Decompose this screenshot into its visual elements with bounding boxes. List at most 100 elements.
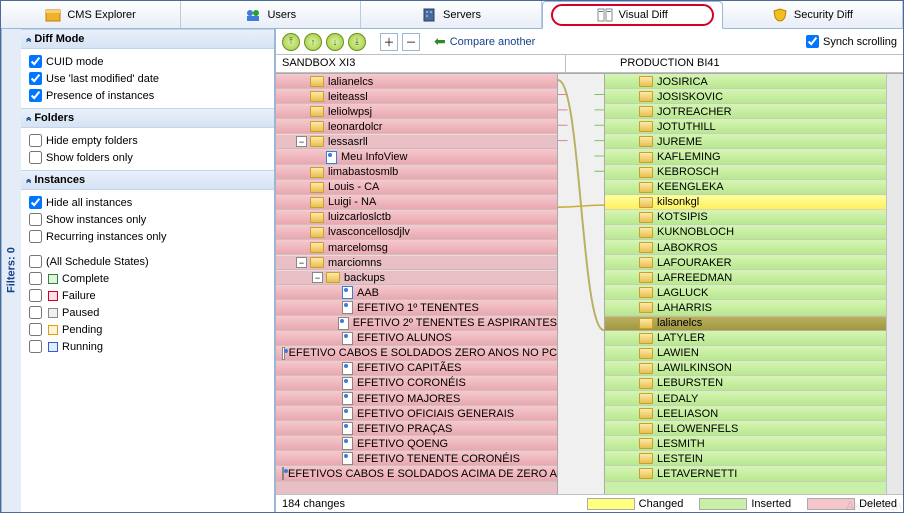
- tree-row[interactable]: EFETIVO PRAÇAS: [276, 421, 557, 436]
- tree-row[interactable]: EFETIVO CABOS E SOLDADOS ZERO ANOS NO PC: [276, 346, 557, 361]
- state-option[interactable]: Pending: [29, 321, 266, 338]
- tree-row[interactable]: LEBURSTEN: [605, 376, 886, 391]
- tree-row[interactable]: EFETIVO QOENG: [276, 436, 557, 451]
- instances-option[interactable]: Show instances only: [29, 211, 266, 228]
- expander[interactable]: −: [296, 136, 307, 147]
- tree-row[interactable]: EFETIVO CORONÉIS: [276, 376, 557, 391]
- tab-servers[interactable]: Servers: [361, 1, 541, 28]
- tree-row[interactable]: EFETIVO OFICIAIS GENERAIS: [276, 406, 557, 421]
- tree-row[interactable]: kilsonkgl: [605, 195, 886, 210]
- tree-row[interactable]: marcelomsg: [276, 240, 557, 255]
- tree-row[interactable]: KAFLEMING: [605, 149, 886, 164]
- row-label: EFETIVO QOENG: [357, 438, 448, 450]
- expand-all-button[interactable]: ＋: [380, 33, 398, 51]
- tree-row[interactable]: leliolwpsj: [276, 104, 557, 119]
- tree-row[interactable]: leiteassl: [276, 89, 557, 104]
- diffmode-option[interactable]: Use 'last modified' date: [29, 70, 266, 87]
- right-tree[interactable]: JOSIRICAJOSISKOVICJOTREACHERJOTUTHILLJUR…: [605, 73, 886, 494]
- folder-icon: [639, 468, 653, 479]
- tab-security-diff[interactable]: Security Diff: [723, 1, 903, 28]
- tree-row[interactable]: KUKNOBLOCH: [605, 225, 886, 240]
- tree-row[interactable]: −backups: [276, 270, 557, 285]
- tree-row[interactable]: LATYLER: [605, 331, 886, 346]
- nav-next-button[interactable]: ↓: [326, 33, 344, 51]
- section-header[interactable]: Folders: [21, 108, 274, 128]
- tree-row[interactable]: KEENGLEKA: [605, 180, 886, 195]
- instances-option[interactable]: Recurring instances only: [29, 228, 266, 245]
- instances-option[interactable]: Hide all instances: [29, 194, 266, 211]
- tree-row[interactable]: KOTSIPIS: [605, 210, 886, 225]
- tree-row[interactable]: JOSISKOVIC: [605, 89, 886, 104]
- tab-cms-explorer[interactable]: CMS Explorer: [1, 1, 181, 28]
- tree-row[interactable]: lalianelcs: [605, 316, 886, 331]
- tree-row[interactable]: luizcarloslctb: [276, 210, 557, 225]
- tree-row[interactable]: LAFOURAKER: [605, 255, 886, 270]
- tree-row[interactable]: JUREME: [605, 134, 886, 149]
- tree-row[interactable]: Meu InfoView: [276, 149, 557, 164]
- tree-row[interactable]: JOSIRICA: [605, 74, 886, 89]
- expander[interactable]: −: [296, 257, 307, 268]
- tree-row[interactable]: Louis - CA: [276, 180, 557, 195]
- tree-row[interactable]: AAB: [276, 285, 557, 300]
- right-scrollbar[interactable]: [886, 73, 903, 494]
- row-label: LEDALY: [657, 393, 698, 405]
- tree-row[interactable]: EFETIVO TENENTE CORONÉIS: [276, 451, 557, 466]
- tree-row[interactable]: EFETIVO CAPITÃES: [276, 361, 557, 376]
- tree-row[interactable]: limabastosmlb: [276, 165, 557, 180]
- left-tree[interactable]: lalianelcsleiteasslleliolwpsjleonardolcr…: [276, 73, 557, 494]
- all-states-option[interactable]: (All Schedule States): [29, 253, 266, 270]
- highlight-ring: [551, 4, 714, 26]
- tree-row[interactable]: LAFREEDMAN: [605, 270, 886, 285]
- state-option[interactable]: Complete: [29, 270, 266, 287]
- tree-row[interactable]: LETAVERNETTI: [605, 466, 886, 481]
- nav-prev-button[interactable]: ↑: [304, 33, 322, 51]
- folder-icon: [639, 363, 653, 374]
- section-header[interactable]: Diff Mode: [21, 29, 274, 49]
- folders-option[interactable]: Hide empty folders: [29, 132, 266, 149]
- diffmode-option[interactable]: CUID mode: [29, 53, 266, 70]
- tree-row[interactable]: LESMITH: [605, 436, 886, 451]
- tree-row[interactable]: JOTREACHER: [605, 104, 886, 119]
- tree-row[interactable]: Luigi - NA: [276, 195, 557, 210]
- tree-row[interactable]: EFETIVO 1º TENENTES: [276, 300, 557, 315]
- tree-row[interactable]: LAGLUCK: [605, 285, 886, 300]
- tree-row[interactable]: lvasconcellosdjlv: [276, 225, 557, 240]
- diffmode-option[interactable]: Presence of instances: [29, 87, 266, 104]
- synch-scroll-checkbox[interactable]: Synch scrolling: [806, 35, 897, 48]
- folder-icon: [639, 212, 653, 223]
- folder-icon: [310, 167, 324, 178]
- tree-row[interactable]: LABOKROS: [605, 240, 886, 255]
- nav-first-button[interactable]: ⤒: [282, 33, 300, 51]
- tree-row[interactable]: KEBROSCH: [605, 165, 886, 180]
- section-header[interactable]: Instances: [21, 170, 274, 190]
- tree-row[interactable]: lalianelcs: [276, 74, 557, 89]
- tree-row[interactable]: LESTEIN: [605, 451, 886, 466]
- collapse-all-button[interactable]: －: [402, 33, 420, 51]
- tree-row[interactable]: LEELIASON: [605, 406, 886, 421]
- tree-row[interactable]: EFETIVO ALUNOS: [276, 331, 557, 346]
- tree-row[interactable]: LAHARRIS: [605, 300, 886, 315]
- row-label: KOTSIPIS: [657, 211, 708, 223]
- tree-row[interactable]: LELOWENFELS: [605, 421, 886, 436]
- tree-row[interactable]: LAWILKINSON: [605, 361, 886, 376]
- tab-visual-diff[interactable]: Visual Diff: [542, 1, 723, 29]
- tree-row[interactable]: EFETIVOS CABOS E SOLDADOS ACIMA DE ZERO …: [276, 466, 557, 481]
- tab-users[interactable]: Users: [181, 1, 361, 28]
- folders-option[interactable]: Show folders only: [29, 149, 266, 166]
- tree-row[interactable]: LAWIEN: [605, 346, 886, 361]
- filters-sidebar-label[interactable]: Filters: 0: [1, 29, 21, 512]
- tree-row[interactable]: −lessasrll: [276, 134, 557, 149]
- state-option[interactable]: Paused: [29, 304, 266, 321]
- tree-row[interactable]: −marciomns: [276, 255, 557, 270]
- row-label: EFETIVO 1º TENENTES: [357, 302, 479, 314]
- state-option[interactable]: Running: [29, 338, 266, 355]
- expander[interactable]: −: [312, 272, 323, 283]
- tree-row[interactable]: LEDALY: [605, 391, 886, 406]
- tree-row[interactable]: EFETIVO 2º TENENTES E ASPIRANTES: [276, 316, 557, 331]
- tree-row[interactable]: leonardolcr: [276, 119, 557, 134]
- state-option[interactable]: Failure: [29, 287, 266, 304]
- compare-another-link[interactable]: Compare another: [450, 36, 536, 48]
- tree-row[interactable]: JOTUTHILL: [605, 119, 886, 134]
- nav-last-button[interactable]: ⤓: [348, 33, 366, 51]
- tree-row[interactable]: EFETIVO MAJORES: [276, 391, 557, 406]
